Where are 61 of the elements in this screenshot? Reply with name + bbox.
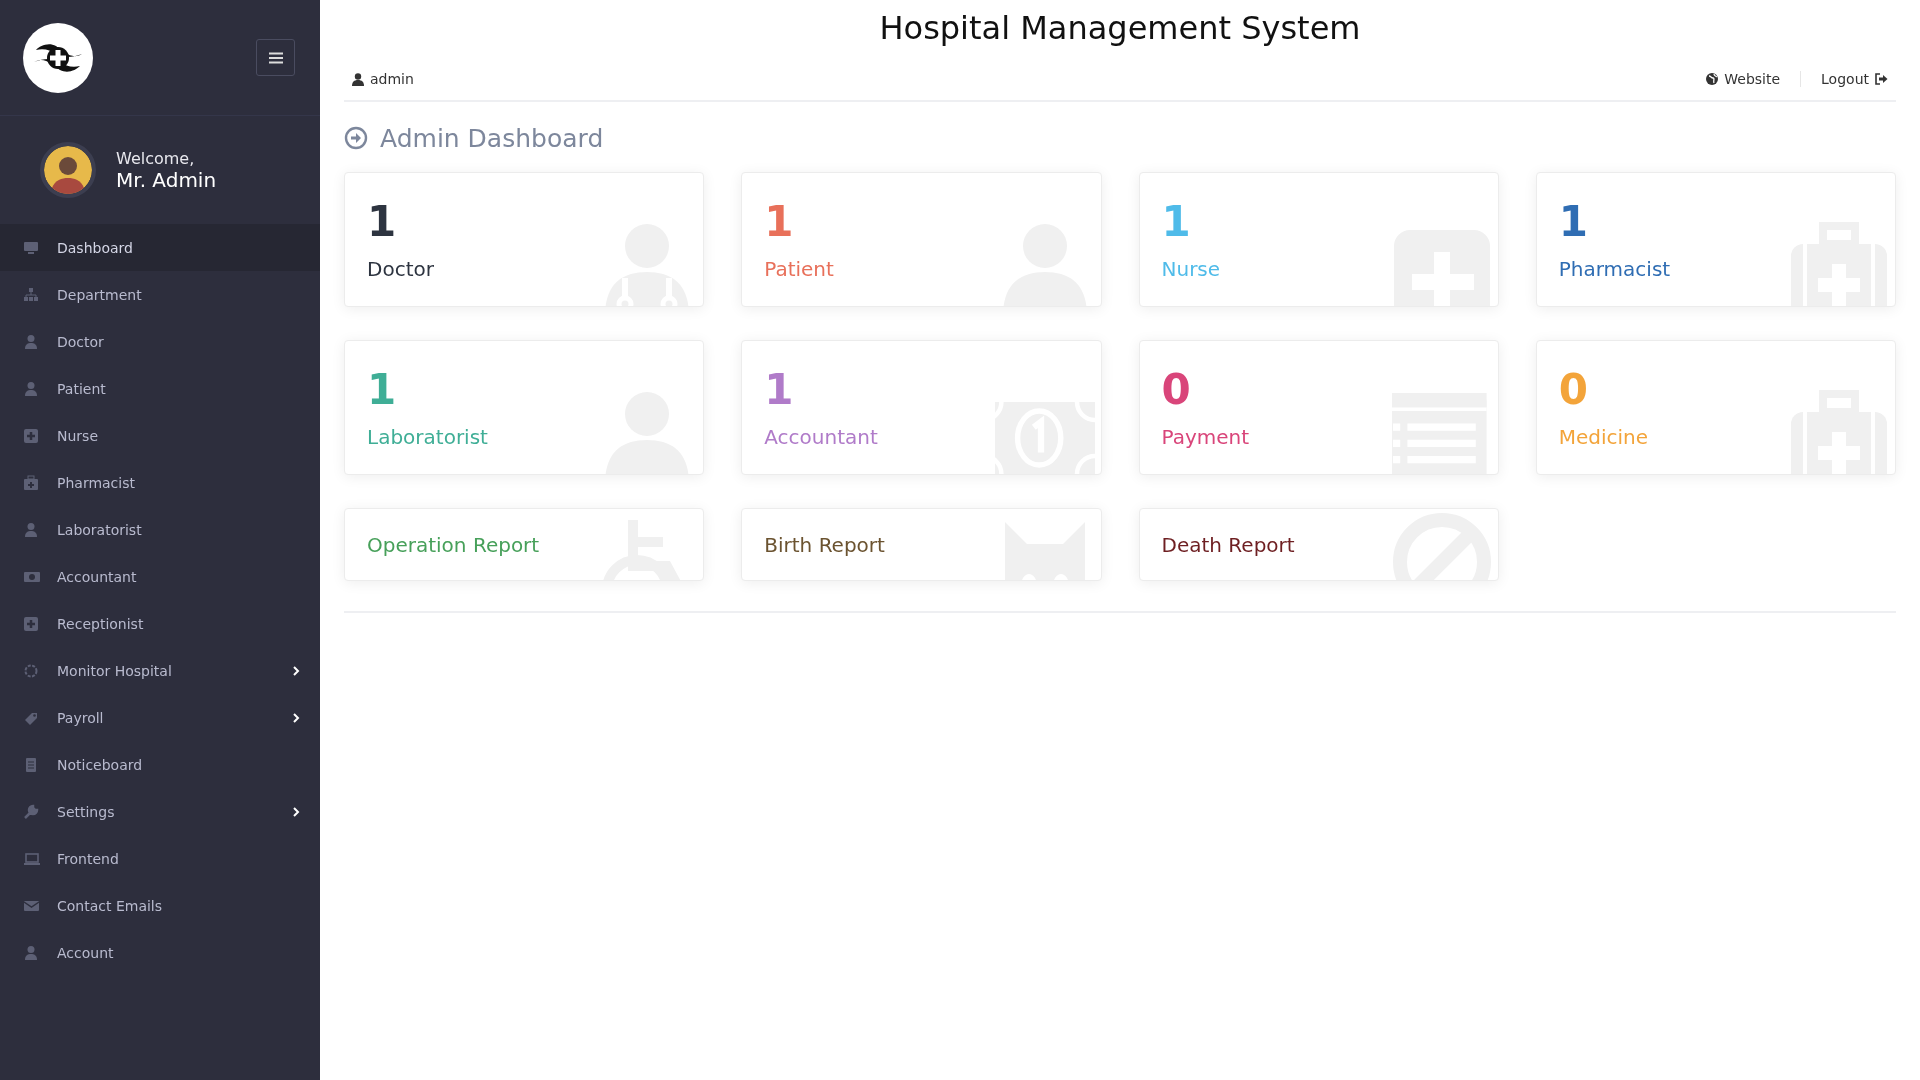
card-label: Laboratorist bbox=[367, 425, 489, 449]
count: 1 bbox=[1161, 201, 1192, 243]
count: 1 bbox=[367, 369, 398, 411]
stat-card[interactable]: 0 Payment bbox=[1138, 340, 1499, 475]
plus-square-icon bbox=[23, 615, 41, 632]
card-label: Medicine bbox=[1558, 425, 1650, 449]
sidebar-item[interactable]: Nurse bbox=[0, 412, 320, 459]
card-label: Death Report bbox=[1161, 532, 1296, 557]
sidebar-item[interactable]: Laboratorist bbox=[0, 506, 320, 553]
website-link[interactable]: Website bbox=[1706, 71, 1781, 87]
logout-link[interactable]: Logout bbox=[1821, 71, 1888, 87]
medkit-icon bbox=[23, 474, 41, 491]
sidebar-item[interactable]: Contact Emails bbox=[0, 882, 320, 929]
count: 0 bbox=[1558, 369, 1589, 411]
sidebar-item[interactable]: Receptionist bbox=[0, 600, 320, 647]
sidebar-item[interactable]: Patient bbox=[0, 365, 320, 412]
sidebar-item[interactable]: Frontend bbox=[0, 835, 320, 882]
sidebar-item[interactable]: Doctor bbox=[0, 318, 320, 365]
user-icon bbox=[352, 72, 364, 86]
menu-toggle-button[interactable] bbox=[256, 39, 295, 76]
count: 1 bbox=[1558, 201, 1589, 243]
stat-card[interactable]: 1 Doctor bbox=[344, 172, 705, 307]
globe-icon bbox=[1706, 73, 1719, 85]
sidebar-item[interactable]: Accountant bbox=[0, 553, 320, 600]
sidebar-item[interactable]: Payroll bbox=[0, 694, 320, 741]
menu-icon bbox=[268, 51, 283, 64]
plus-square-icon bbox=[23, 427, 41, 444]
user-link[interactable]: admin bbox=[352, 71, 414, 87]
card-label: Operation Report bbox=[367, 532, 541, 557]
sidebar-item[interactable]: Department bbox=[0, 271, 320, 318]
stat-card[interactable]: 1 Pharmacist bbox=[1535, 172, 1896, 307]
arrow-circle-icon bbox=[344, 126, 368, 150]
stat-card[interactable]: Death Report bbox=[1138, 508, 1499, 581]
count: 1 bbox=[764, 201, 795, 243]
sidebar-item[interactable]: Account bbox=[0, 929, 320, 976]
count: 0 bbox=[1161, 369, 1192, 411]
card-label: Nurse bbox=[1161, 257, 1222, 281]
page-title: Admin Dashboard bbox=[380, 123, 604, 153]
sidebar-item[interactable]: Dashboard bbox=[0, 224, 320, 271]
welcome-text: Welcome, bbox=[116, 148, 196, 168]
app-title: Hospital Management System bbox=[878, 8, 1362, 49]
count: 1 bbox=[367, 201, 398, 243]
card-label: Pharmacist bbox=[1558, 257, 1672, 281]
card-label: Birth Report bbox=[764, 532, 886, 557]
logout-icon bbox=[1875, 73, 1888, 85]
avatar bbox=[40, 142, 96, 198]
wrench-icon bbox=[23, 803, 41, 820]
sidebar-item[interactable]: Noticeboard bbox=[0, 741, 320, 788]
count: 1 bbox=[764, 369, 795, 411]
monitor-icon bbox=[23, 239, 41, 256]
stat-card[interactable]: Birth Report bbox=[741, 508, 1102, 581]
user-name: Mr. Admin bbox=[116, 167, 217, 192]
card-label: Payment bbox=[1161, 425, 1251, 449]
card-label: Doctor bbox=[367, 257, 435, 281]
sidebar-item[interactable]: Settings bbox=[0, 788, 320, 835]
sidebar-item[interactable]: Monitor Hospital bbox=[0, 647, 320, 694]
sidebar-item[interactable]: Pharmacist bbox=[0, 459, 320, 506]
sitemap-icon bbox=[23, 286, 41, 303]
card-label: Patient bbox=[764, 257, 835, 281]
laptop-icon bbox=[23, 850, 41, 867]
card-label: Accountant bbox=[764, 425, 879, 449]
